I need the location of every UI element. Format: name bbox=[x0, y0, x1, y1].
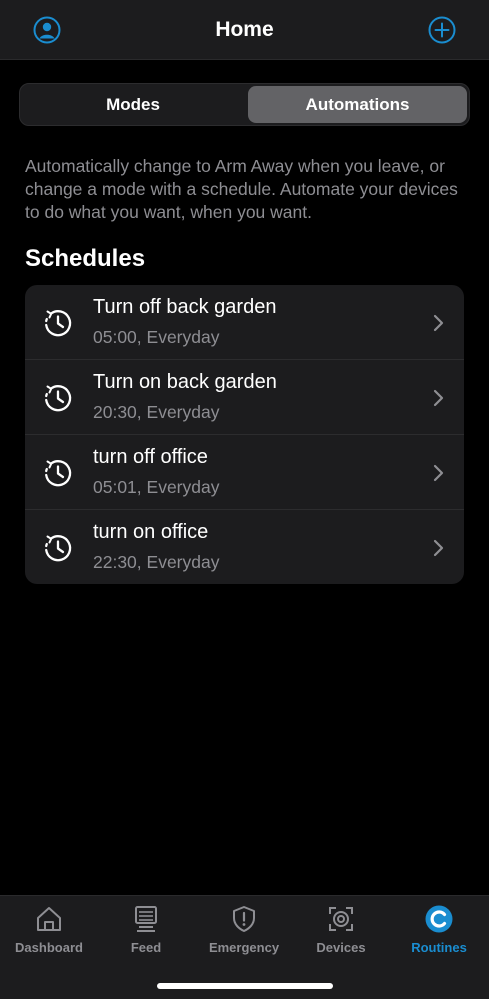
schedule-row[interactable]: turn on office 22:30, Everyday bbox=[25, 510, 464, 584]
modes-automations-segmented-control: Modes Automations bbox=[19, 83, 470, 126]
schedule-time: 20:30, Everyday bbox=[93, 402, 220, 422]
tab-feed[interactable]: Feed bbox=[97, 904, 195, 964]
chevron-right-icon bbox=[433, 464, 444, 482]
tab-label: Devices bbox=[316, 940, 366, 955]
schedule-history-icon bbox=[45, 385, 72, 412]
plus-circle-icon[interactable] bbox=[428, 16, 456, 44]
schedule-title: Turn on back garden bbox=[93, 371, 277, 393]
top-navigation-bar: Home bbox=[0, 0, 489, 60]
tab-label: Routines bbox=[411, 940, 467, 955]
schedule-row[interactable]: turn off office 05:01, Everyday bbox=[25, 435, 464, 510]
segment-automations[interactable]: Automations bbox=[248, 86, 467, 123]
schedule-history-icon bbox=[45, 460, 72, 487]
house-icon bbox=[37, 907, 61, 931]
schedule-row[interactable]: Turn on back garden 20:30, Everyday bbox=[25, 360, 464, 435]
tab-routines[interactable]: Routines bbox=[390, 904, 488, 964]
tab-devices[interactable]: Devices bbox=[292, 904, 390, 964]
schedule-history-icon bbox=[45, 310, 72, 337]
tab-label: Feed bbox=[130, 940, 162, 955]
schedule-time: 22:30, Everyday bbox=[93, 552, 220, 572]
routine-circle-icon bbox=[425, 905, 453, 933]
schedule-title: turn off office bbox=[93, 446, 208, 468]
schedule-title: turn on office bbox=[93, 521, 209, 543]
schedule-time: 05:00, Everyday bbox=[93, 327, 220, 347]
schedule-time: 05:01, Everyday bbox=[93, 477, 220, 497]
tab-emergency[interactable]: Emergency bbox=[195, 904, 293, 964]
schedule-row[interactable]: Turn off back garden 05:00, Everyday bbox=[25, 285, 464, 360]
home-indicator bbox=[157, 983, 333, 989]
schedule-title: Turn off back garden bbox=[93, 296, 277, 318]
page-title: Home bbox=[215, 18, 274, 41]
monitor-icon bbox=[135, 906, 157, 932]
automations-description: Automatically change to Arm Away when yo… bbox=[25, 156, 458, 222]
chevron-right-icon bbox=[433, 389, 444, 407]
shield-alert-icon bbox=[233, 906, 255, 932]
schedule-history-icon bbox=[45, 535, 72, 562]
camera-scan-icon bbox=[329, 907, 353, 931]
tab-dashboard[interactable]: Dashboard bbox=[0, 904, 98, 964]
chevron-right-icon bbox=[433, 314, 444, 332]
schedules-heading: Schedules bbox=[25, 245, 146, 272]
segment-modes[interactable]: Modes bbox=[22, 86, 244, 123]
chevron-right-icon bbox=[433, 539, 444, 557]
schedules-list: Turn off back garden 05:00, Everyday Tur… bbox=[25, 285, 464, 584]
tab-label: Dashboard bbox=[15, 940, 83, 955]
tab-label: Emergency bbox=[208, 940, 280, 955]
